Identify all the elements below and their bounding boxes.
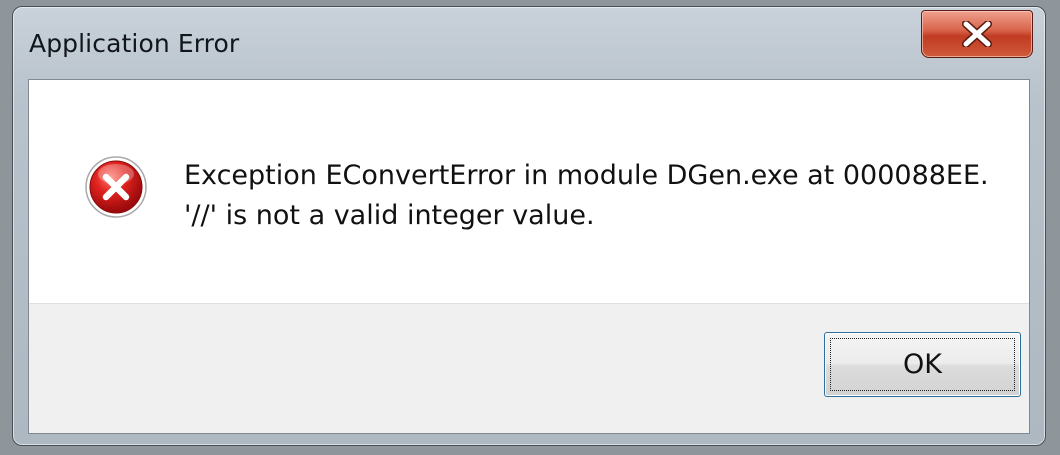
ok-button[interactable]: OK [824, 332, 1021, 397]
error-icon [85, 156, 147, 218]
ok-button-label: OK [903, 349, 942, 380]
error-message-line-2: '//' is not a valid integer value. [184, 200, 595, 231]
application-error-dialog: Application Error Exception EConvertErro… [12, 6, 1046, 446]
dialog-body: Exception EConvertError in module DGen.e… [28, 79, 1030, 434]
message-area: Exception EConvertError in module DGen.e… [29, 80, 1029, 304]
title-bar[interactable]: Application Error [13, 7, 1045, 79]
close-icon [962, 21, 992, 47]
close-button[interactable] [921, 10, 1033, 58]
window-title: Application Error [29, 29, 240, 58]
error-message-line-1: Exception EConvertError in module DGen.e… [184, 160, 989, 191]
